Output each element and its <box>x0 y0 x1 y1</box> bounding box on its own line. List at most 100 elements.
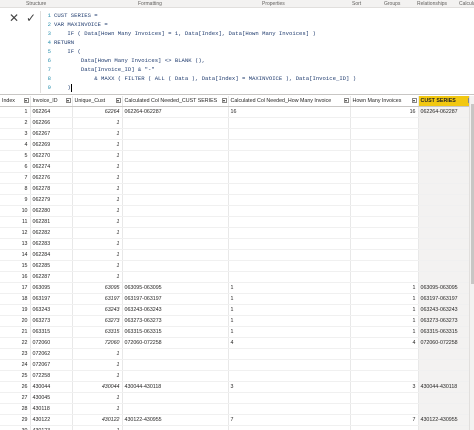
cell-invoice-id[interactable]: 063243 <box>30 304 73 316</box>
cell-hown-many-invoices[interactable] <box>350 117 419 129</box>
table-row[interactable]: 17 063095 63095 063095-063095 1 1 063095-06309… <box>0 282 474 294</box>
cell-invoice-id[interactable]: 062278 <box>30 183 73 195</box>
cell-calc-cust-series[interactable] <box>122 403 229 415</box>
cell-hown-many-invoices[interactable] <box>350 348 419 360</box>
cell-invoice-id[interactable]: 072060 <box>30 337 73 349</box>
cell-hown-many-invoices[interactable] <box>350 238 419 250</box>
table-row[interactable]: 304301231 <box>0 425 474 430</box>
cell-unique-cust[interactable]: 72060 <box>72 337 123 349</box>
cell-hown-many-invoices[interactable] <box>350 205 419 217</box>
cell-cust-series[interactable]: 063197-063197 <box>418 293 474 305</box>
cell-cust-series[interactable] <box>418 403 474 415</box>
cell-calc-how-many[interactable] <box>228 370 351 382</box>
cell-calc-how-many[interactable]: 1 <box>228 282 351 294</box>
cell-calc-how-many[interactable] <box>228 359 351 371</box>
cell-calc-how-many[interactable] <box>228 139 351 151</box>
cell-invoice-id[interactable]: 430118 <box>30 403 73 415</box>
cell-unique-cust[interactable]: 62264 <box>72 106 123 118</box>
cell-calc-cust-series[interactable] <box>122 260 229 272</box>
cell-unique-cust[interactable]: 1 <box>72 425 123 430</box>
table-row[interactable]: 21 063315 63315 063315-063315 1 1 063315-06331… <box>0 326 474 338</box>
cell-calc-how-many[interactable] <box>228 249 351 261</box>
cell-unique-cust[interactable]: 1 <box>72 348 123 360</box>
cell-invoice-id[interactable]: 062269 <box>30 139 73 151</box>
filter-icon[interactable]: ▾ <box>23 98 29 103</box>
cell-cust-series[interactable]: 430122-430955 <box>418 414 474 426</box>
cell-cust-series[interactable]: 430044-430118 <box>418 381 474 393</box>
cell-cust-series[interactable] <box>418 172 474 184</box>
cell-invoice-id[interactable]: 072067 <box>30 359 73 371</box>
formula-editor[interactable]: 1 CUST SERIES = 2 VAR MAXINVOICE = 3 IF ( … <box>40 11 472 93</box>
cell-unique-cust[interactable]: 63197 <box>72 293 123 305</box>
cell-index[interactable]: 18 <box>0 293 31 305</box>
cell-calc-cust-series[interactable] <box>122 205 229 217</box>
table-row[interactable]: 23 072062 1 <box>0 348 474 360</box>
cell-calc-how-many[interactable] <box>228 392 351 404</box>
cell-calc-how-many[interactable] <box>228 172 351 184</box>
cell-unique-cust[interactable]: 1 <box>72 117 123 129</box>
cell-index[interactable]: 22 <box>0 337 31 349</box>
cell-unique-cust[interactable]: 1 <box>72 249 123 261</box>
cell-hown-many-invoices[interactable]: 1 <box>350 315 419 327</box>
cell-calc-cust-series[interactable]: 063273-063273 <box>122 315 229 327</box>
cell-calc-how-many[interactable] <box>228 227 351 239</box>
cell-invoice-id[interactable]: 063197 <box>30 293 73 305</box>
cell-index[interactable]: 4 <box>0 139 31 151</box>
cell-hown-many-invoices[interactable] <box>350 249 419 261</box>
table-row[interactable]: 12 062282 1 <box>0 227 474 239</box>
cell-calc-how-many[interactable]: 3 <box>228 381 351 393</box>
cell-index[interactable]: 1 <box>0 106 31 118</box>
cell-calc-cust-series[interactable]: 063243-063243 <box>122 304 229 316</box>
cell-index[interactable]: 6 <box>0 161 31 173</box>
cell-calc-cust-series[interactable] <box>122 161 229 173</box>
cell-calc-how-many[interactable] <box>228 194 351 206</box>
cell-invoice-id[interactable]: 062282 <box>30 227 73 239</box>
cell-calc-cust-series[interactable] <box>122 359 229 371</box>
cell-unique-cust[interactable]: 63273 <box>72 315 123 327</box>
cell-invoice-id[interactable]: 063315 <box>30 326 73 338</box>
cell-index[interactable]: 5 <box>0 150 31 162</box>
cell-hown-many-invoices[interactable] <box>350 359 419 371</box>
cell-unique-cust[interactable]: 1 <box>72 150 123 162</box>
cell-hown-many-invoices[interactable] <box>350 183 419 195</box>
cell-calc-how-many[interactable] <box>228 260 351 272</box>
cell-calc-how-many[interactable] <box>228 238 351 250</box>
cell-calc-how-many[interactable]: 1 <box>228 304 351 316</box>
cell-hown-many-invoices[interactable] <box>350 128 419 140</box>
table-row[interactable]: 1 062264 62264 062264-062287 16 16 062264-0622… <box>0 106 474 118</box>
table-row[interactable]: 19 063243 63243 063243-063243 1 1 063243-06324… <box>0 304 474 316</box>
cell-calc-cust-series[interactable] <box>122 370 229 382</box>
cell-unique-cust[interactable]: 1 <box>72 161 123 173</box>
table-row[interactable]: 22 072060 72060 072060-072258 4 4 072060-07225… <box>0 337 474 349</box>
cell-calc-cust-series[interactable] <box>122 425 229 430</box>
cell-hown-many-invoices[interactable] <box>350 392 419 404</box>
cell-index[interactable]: 24 <box>0 359 31 371</box>
cell-hown-many-invoices[interactable]: 1 <box>350 293 419 305</box>
table-row[interactable]: 20 063273 63273 063273-063273 1 1 063273-06327… <box>0 315 474 327</box>
cell-cust-series[interactable] <box>418 348 474 360</box>
cell-unique-cust[interactable]: 1 <box>72 172 123 184</box>
table-row[interactable]: 29 430122 430122 430122-430955 7 7 430122-4309… <box>0 414 474 426</box>
cell-cust-series[interactable]: 072060-072258 <box>418 337 474 349</box>
cell-calc-how-many[interactable] <box>228 425 351 430</box>
cell-cust-series[interactable] <box>418 150 474 162</box>
filter-icon[interactable]: ▾ <box>115 98 121 103</box>
cell-invoice-id[interactable]: 062285 <box>30 260 73 272</box>
cell-index[interactable]: 25 <box>0 370 31 382</box>
cell-calc-how-many[interactable] <box>228 128 351 140</box>
table-row[interactable]: 5 062270 1 <box>0 150 474 162</box>
cell-hown-many-invoices[interactable] <box>350 271 419 283</box>
cell-unique-cust[interactable]: 430122 <box>72 414 123 426</box>
cell-unique-cust[interactable]: 63243 <box>72 304 123 316</box>
cell-unique-cust[interactable]: 1 <box>72 392 123 404</box>
cell-hown-many-invoices[interactable] <box>350 425 419 430</box>
cell-cust-series[interactable]: 063095-063095 <box>418 282 474 294</box>
cell-unique-cust[interactable]: 1 <box>72 403 123 415</box>
cell-invoice-id[interactable]: 072258 <box>30 370 73 382</box>
cell-calc-cust-series[interactable] <box>122 249 229 261</box>
column-header-invoice-id[interactable]: Invoice_ID ▾ <box>30 96 73 107</box>
cell-calc-cust-series[interactable]: 063095-063095 <box>122 282 229 294</box>
cell-index[interactable]: 29 <box>0 414 31 426</box>
column-header-calc-how-many[interactable]: Calculated Col Needed_How Many Invoice ▾ <box>228 96 351 107</box>
cell-cust-series[interactable] <box>418 249 474 261</box>
